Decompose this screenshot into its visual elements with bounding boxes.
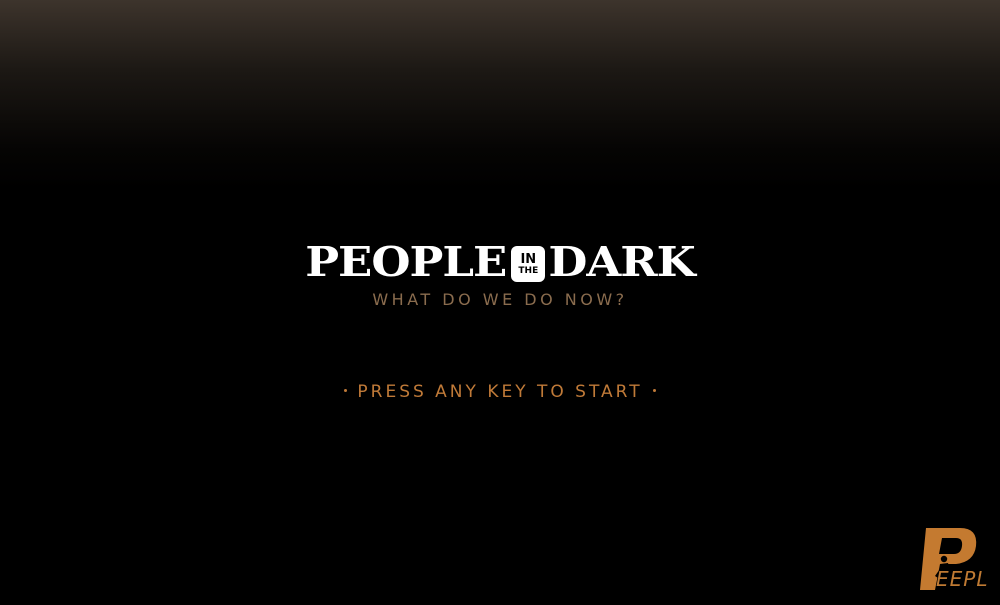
studio-logo: EEPL bbox=[918, 526, 998, 594]
title-block: PEOPLE IN THE DARK What Do We Do Now? bbox=[0, 238, 1000, 309]
logo-word-people: PEOPLE bbox=[305, 237, 507, 286]
bullet-dot-left bbox=[344, 389, 348, 392]
start-prompt-label: Press any key to start bbox=[357, 382, 643, 402]
logo-badge-in: IN bbox=[520, 251, 537, 267]
title-screen[interactable]: PEOPLE IN THE DARK What Do We Do Now? Pr… bbox=[0, 0, 1000, 605]
press-any-key-prompt[interactable]: Press any key to start bbox=[0, 382, 1000, 402]
studio-logo-text: EEPL bbox=[936, 567, 989, 591]
logo-in-the-badge: IN THE bbox=[511, 246, 546, 282]
logo-badge-the: THE bbox=[518, 265, 539, 276]
game-logo: PEOPLE IN THE DARK bbox=[305, 237, 696, 286]
bullet-dot-right bbox=[652, 389, 656, 392]
logo-word-dark: DARK bbox=[548, 237, 695, 286]
game-subtitle: What Do We Do Now? bbox=[372, 290, 628, 309]
